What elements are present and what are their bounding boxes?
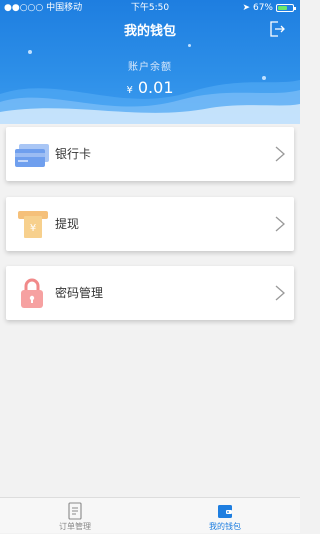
- balance-label: 账户余额: [128, 62, 172, 73]
- tab-label: 我的钱包: [209, 522, 241, 531]
- status-bar: ●●○○○ 中国移动 下午5:50 ➤ 67%: [0, 0, 300, 16]
- orders-icon: [68, 502, 82, 520]
- tab-orders[interactable]: 订单管理: [0, 498, 150, 534]
- balance-amount: ¥0.01: [0, 78, 300, 97]
- wallet-icon: [218, 505, 232, 518]
- lock-icon: [21, 278, 43, 308]
- tab-label: 订单管理: [59, 522, 91, 531]
- menu-item-label: 提现: [55, 217, 80, 231]
- battery-icon: [276, 4, 296, 12]
- chevron-right-icon: [275, 216, 285, 232]
- tab-bar: 订单管理 我的钱包: [0, 497, 300, 533]
- menu-item-label: 密码管理: [55, 286, 104, 300]
- chevron-right-icon: [275, 285, 285, 301]
- page-title: 我的钱包: [123, 24, 176, 39]
- tab-wallet[interactable]: 我的钱包: [150, 498, 300, 534]
- svg-text:¥: ¥: [30, 223, 36, 234]
- currency-symbol: ¥: [126, 85, 133, 96]
- withdraw-icon: ¥: [18, 211, 48, 238]
- menu-item-label: 银行卡: [55, 147, 92, 161]
- logout-icon[interactable]: [268, 20, 286, 38]
- chevron-right-icon: [275, 146, 285, 162]
- menu-item-withdraw[interactable]: ¥ 提现: [6, 197, 294, 251]
- status-right: ➤ 67%: [242, 0, 296, 16]
- location-icon: ➤: [242, 3, 250, 13]
- bubble-decoration: [28, 50, 32, 54]
- bank-card-icon: [15, 144, 49, 167]
- menu-item-password[interactable]: 密码管理: [6, 266, 294, 320]
- menu-item-bank-card[interactable]: 银行卡: [6, 127, 294, 181]
- balance-value: 0.01: [137, 78, 174, 97]
- battery-percent: 67%: [252, 3, 273, 13]
- bubble-decoration: [188, 44, 191, 47]
